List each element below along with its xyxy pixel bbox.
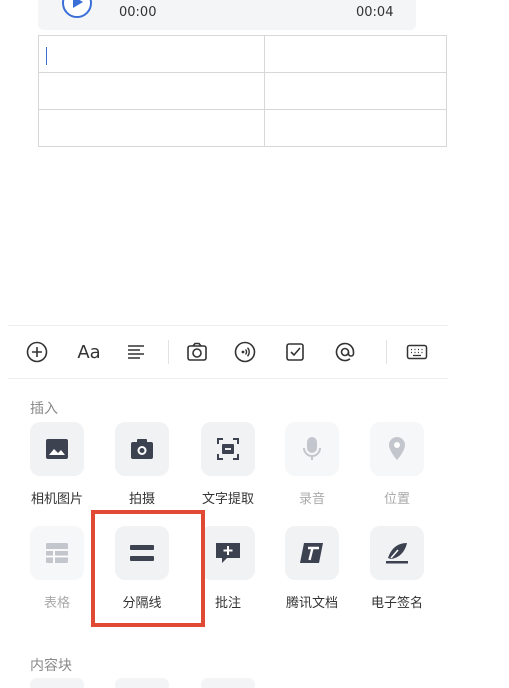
item-label: 表格 [43,596,70,611]
table-row [38,109,447,147]
at-icon[interactable] [334,341,356,363]
highlight-box [91,510,205,627]
table-cell[interactable] [38,35,265,73]
item-label: 相机图片 [30,492,83,507]
content-block-tile[interactable] [201,678,255,688]
insert-location-button[interactable]: 位置 [357,422,437,507]
plus-circle-icon[interactable] [26,341,48,363]
insert-recording-button[interactable]: 录音 [272,422,352,507]
item-label: 位置 [383,492,410,507]
checkbox-icon[interactable] [284,341,306,363]
insert-photo-button[interactable]: 拍摄 [102,422,182,507]
toolbar-divider [386,340,387,364]
insert-section-title: 插入 [30,401,58,417]
signature-icon [370,526,424,580]
table-cell[interactable] [264,109,447,147]
image-icon [30,422,84,476]
item-label: 拍摄 [128,492,155,507]
insert-table-button[interactable]: 表格 [17,526,97,611]
table-icon [30,526,84,580]
camera-icon [115,422,169,476]
item-label: 录音 [298,492,325,507]
microphone-icon [285,422,339,476]
keyboard-icon[interactable] [406,341,428,363]
table-row [38,72,447,110]
item-label: 腾讯文档 [285,596,338,611]
audio-end-time: 00:04 [356,5,394,20]
tencent-docs-icon [285,526,339,580]
insert-tencent-docs-button[interactable]: 腾讯文档 [272,526,352,611]
item-label: 文字提取 [201,492,254,507]
document-table[interactable] [38,35,447,147]
comment-add-icon [201,526,255,580]
text-scan-icon [201,422,255,476]
insert-text-extract-button[interactable]: 文字提取 [188,422,268,507]
insert-camera-image-button[interactable]: 相机图片 [17,422,97,507]
content-block-section-title: 内容块 [30,658,72,674]
location-icon [370,422,424,476]
audio-start-time: 00:00 [119,5,157,20]
font-icon[interactable]: Aa [74,341,104,363]
item-label: 电子签名 [370,596,423,611]
note-editor: 00:00 00:04 Aa 插入 相机图片 拍摄 文字提取 录音 位置 表格 … [0,0,509,688]
text-cursor [46,46,47,65]
table-cell[interactable] [38,72,265,110]
content-block-tile[interactable] [30,678,84,688]
content-block-tile[interactable] [115,678,169,688]
table-row [38,35,447,73]
align-icon[interactable] [125,341,147,363]
toolbar-divider [168,340,169,364]
camera-icon[interactable] [186,341,208,363]
table-cell[interactable] [264,72,447,110]
audio-icon[interactable] [234,341,256,363]
editor-toolbar: Aa [8,325,448,379]
table-cell[interactable] [38,109,265,147]
insert-signature-button[interactable]: 电子签名 [357,526,437,611]
table-cell[interactable] [264,35,447,73]
